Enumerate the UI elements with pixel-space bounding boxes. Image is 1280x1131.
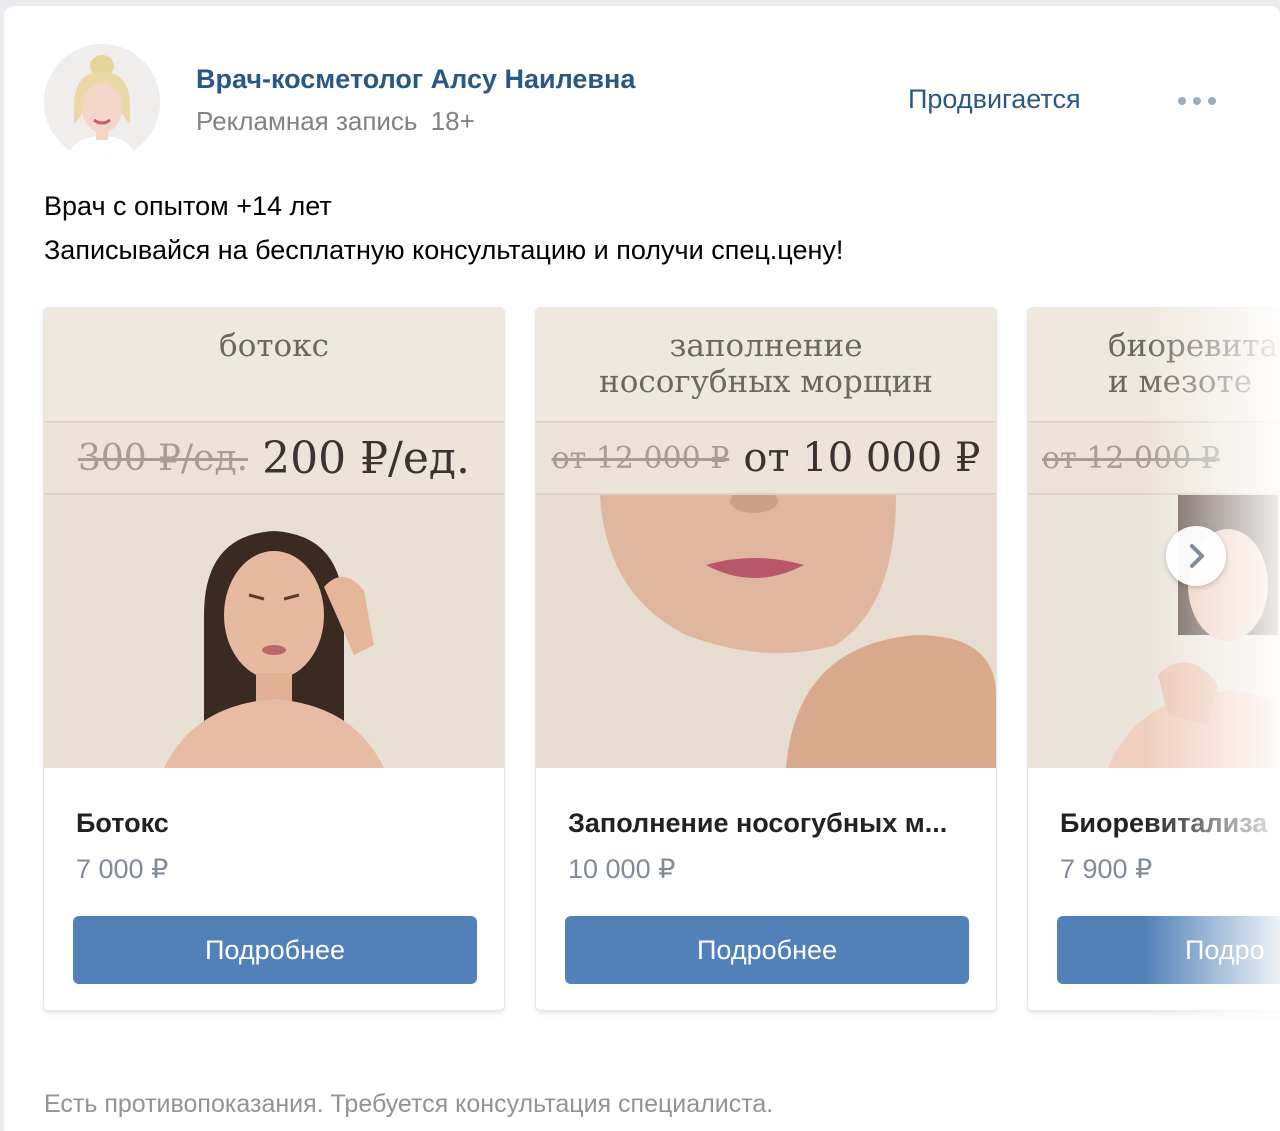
banner-price-bar: 300 ₽/ед. 200 ₽/ед. <box>44 421 504 495</box>
banner-photo <box>1028 495 1280 768</box>
card-price: 7 000 ₽ <box>76 854 169 884</box>
banner-new-price: 200 ₽/ед. <box>262 432 470 484</box>
card-banner[interactable]: биоревита и мезоте от 12 000 ₽ <box>1028 308 1280 768</box>
carousel-card-fillers[interactable]: заполнение носогубных морщин от 12 000 ₽… <box>536 308 996 1010</box>
promoted-link[interactable]: Продвигается <box>908 84 1081 115</box>
ad-label-line: Рекламная запись 18+ <box>196 106 475 137</box>
card-banner[interactable]: заполнение носогубных морщин от 12 000 ₽… <box>536 308 996 768</box>
banner-new-price: от 10 000 ₽ <box>743 435 981 481</box>
banner-heading: заполнение носогубных морщин <box>536 308 996 421</box>
banner-price-bar: от 12 000 ₽ от 10 000 ₽ <box>536 421 996 495</box>
carousel-card-botox[interactable]: ботокс 300 ₽/ед. 200 ₽/ед. Ботокс 7 000 … <box>44 308 504 1010</box>
banner-heading: биоревита и мезоте <box>1028 308 1280 421</box>
card-title[interactable]: Заполнение носогубных м... <box>568 808 968 839</box>
card-price: 7 900 ₽ <box>1060 854 1153 884</box>
author-avatar[interactable] <box>44 44 160 160</box>
disclaimer: Есть противопоказания. Требуется консуль… <box>44 1090 774 1118</box>
woman-photo <box>1028 495 1280 768</box>
ad-post: Врач-косметолог Алсу Наилевна Рекламная … <box>4 6 1280 1131</box>
banner-price-bar: от 12 000 ₽ <box>1028 421 1280 495</box>
author-name[interactable]: Врач-косметолог Алсу Наилевна <box>196 64 635 95</box>
avatar-photo <box>44 44 160 160</box>
chevron-right-icon <box>1190 544 1204 568</box>
details-button[interactable]: Подробнее <box>565 916 969 984</box>
card-price: 10 000 ₽ <box>568 854 676 884</box>
carousel-card-biorevitalization[interactable]: биоревита и мезоте от 12 000 ₽ Биоревита… <box>1028 308 1280 1010</box>
details-button[interactable]: Подробнее <box>73 916 477 984</box>
post-text-line: Врач с опытом +14 лет <box>44 191 332 221</box>
ad-label: Рекламная запись <box>196 106 418 136</box>
banner-heading: ботокс <box>44 308 504 421</box>
more-horizontal-icon <box>1178 97 1216 105</box>
more-button[interactable] <box>1172 86 1222 116</box>
age-rating: 18+ <box>430 106 475 136</box>
banner-old-price: 300 ₽/ед. <box>77 437 249 479</box>
carousel-next-button[interactable] <box>1166 526 1226 586</box>
post-text-line: Записывайся на бесплатную консультацию и… <box>44 235 844 265</box>
card-title[interactable]: Биоревитализа <box>1060 808 1280 839</box>
banner-photo <box>44 495 504 768</box>
banner-old-price: от 12 000 ₽ <box>1042 440 1220 476</box>
post-text: Врач с опытом +14 лет Записывайся на бес… <box>44 184 843 272</box>
card-title[interactable]: Ботокс <box>76 808 476 839</box>
banner-photo <box>536 489 996 768</box>
woman-photo <box>44 495 504 768</box>
banner-old-price: от 12 000 ₽ <box>551 440 730 476</box>
card-banner[interactable]: ботокс 300 ₽/ед. 200 ₽/ед. <box>44 308 504 768</box>
lips-photo <box>536 489 996 768</box>
details-button[interactable]: Подро <box>1057 916 1280 984</box>
